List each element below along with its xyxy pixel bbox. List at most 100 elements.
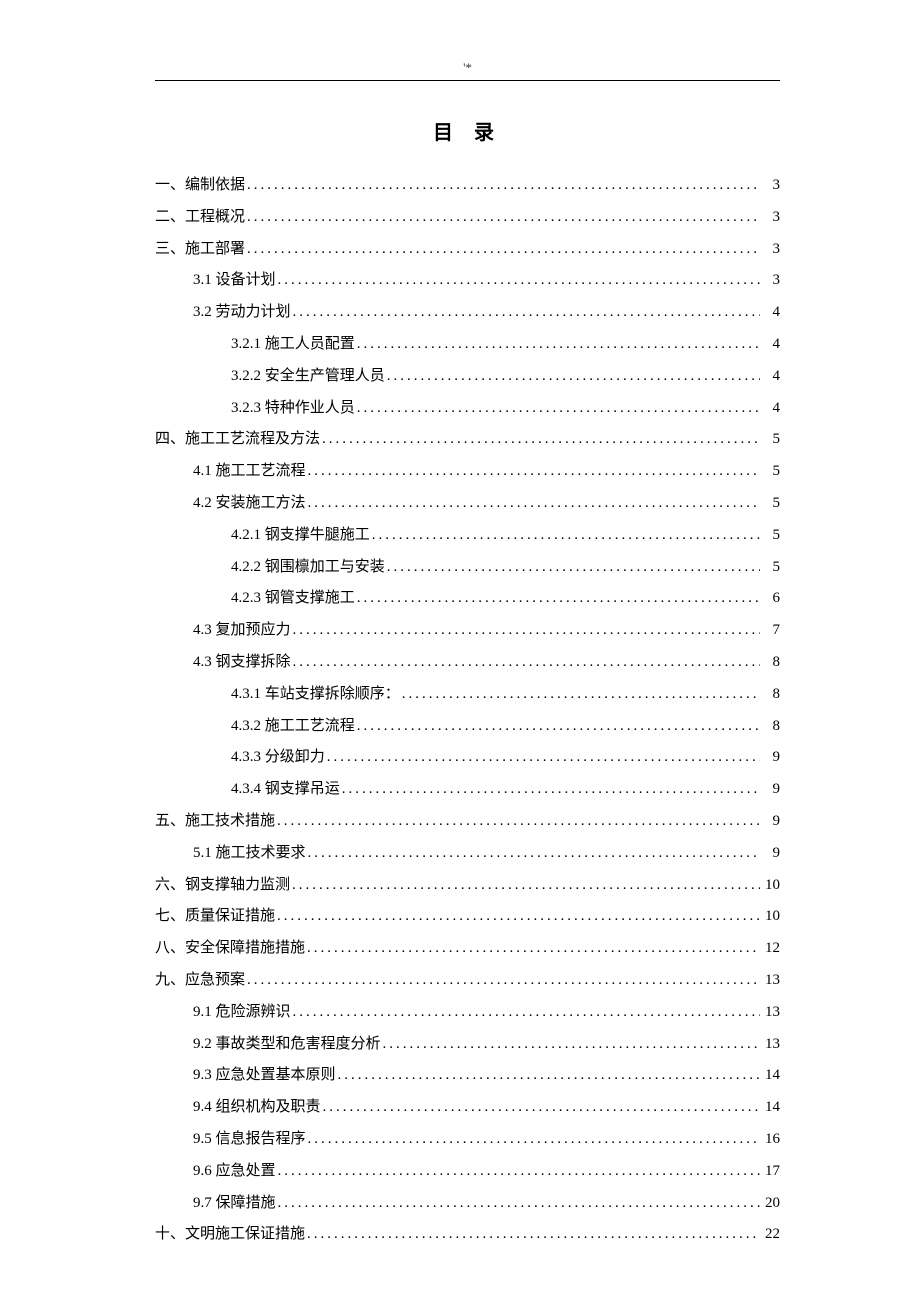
toc-entry-label: 五、施工技术措施: [155, 806, 275, 838]
toc-entry: 十、文明施工保证措施 22: [155, 1219, 780, 1251]
toc-entry-label: 四、施工工艺流程及方法: [155, 424, 320, 456]
toc-entry-page: 9: [760, 806, 780, 838]
toc-entry: 9.7 保障措施 20: [155, 1188, 780, 1220]
toc-entry-page: 9: [760, 742, 780, 774]
toc-entry: 9.4 组织机构及职责 14: [155, 1092, 780, 1124]
toc-entry-label: 4.2.3 钢管支撑施工: [231, 583, 355, 615]
toc-entry: 4.3.1 车站支撑拆除顺序： 8: [155, 679, 780, 711]
toc-dots: [336, 1060, 760, 1092]
toc-entry-page: 3: [760, 234, 780, 266]
toc-entry: 4.2 安装施工方法 5: [155, 488, 780, 520]
toc-entry-page: 8: [760, 679, 780, 711]
toc-entry-page: 8: [760, 647, 780, 679]
toc-entry-page: 12: [760, 933, 780, 965]
toc-dots: [245, 170, 760, 202]
toc-entry-page: 13: [760, 965, 780, 997]
toc-entry: 三、施工部署 3: [155, 234, 780, 266]
toc-entry-label: 3.1 设备计划: [193, 265, 276, 297]
toc-dots: [245, 202, 760, 234]
toc-entry: 9.3 应急处置基本原则 14: [155, 1060, 780, 1092]
toc-entry: 八、安全保障措施措施 12: [155, 933, 780, 965]
toc-entry-page: 13: [760, 1029, 780, 1061]
toc-entry: 9.5 信息报告程序 16: [155, 1124, 780, 1156]
header-mark: '*: [155, 60, 780, 76]
toc-entry-label: 4.3 钢支撑拆除: [193, 647, 291, 679]
toc-entry-label: 4.2.1 钢支撑牛腿施工: [231, 520, 370, 552]
toc-entry-label: 二、工程概况: [155, 202, 245, 234]
toc-dots: [245, 965, 760, 997]
toc-dots: [381, 1029, 760, 1061]
toc-dots: [305, 1219, 760, 1251]
toc-entry-page: 4: [760, 329, 780, 361]
toc-entry-label: 9.1 危险源辨识: [193, 997, 291, 1029]
toc-entry-label: 3.2.3 特种作业人员: [231, 393, 355, 425]
toc-entry: 九、应急预案13: [155, 965, 780, 997]
toc-entry: 9.6 应急处置 17: [155, 1156, 780, 1188]
toc-entry-label: 3.2 劳动力计划: [193, 297, 291, 329]
toc-dots: [291, 647, 760, 679]
toc-entry-page: 4: [760, 297, 780, 329]
toc-entry-label: 三、施工部署: [155, 234, 245, 266]
toc-dots: [321, 1092, 760, 1124]
header-rule: [155, 80, 780, 81]
toc-entry-label: 4.3.3 分级卸力: [231, 742, 325, 774]
toc-entry-label: 十、文明施工保证措施: [155, 1219, 305, 1251]
toc-entry-page: 20: [760, 1188, 780, 1220]
toc-entry-page: 10: [760, 901, 780, 933]
toc-entry-page: 14: [760, 1060, 780, 1092]
toc-dots: [276, 265, 760, 297]
toc-entry-page: 16: [760, 1124, 780, 1156]
toc-entry: 四、施工工艺流程及方法 5: [155, 424, 780, 456]
toc-dots: [355, 711, 760, 743]
toc-entry-page: 4: [760, 393, 780, 425]
toc-dots: [385, 552, 760, 584]
toc-entry-page: 4: [760, 361, 780, 393]
toc-dots: [320, 424, 760, 456]
toc-entry: 3.1 设备计划 3: [155, 265, 780, 297]
toc-entry-page: 3: [760, 265, 780, 297]
toc-entry-label: 4.2 安装施工方法: [193, 488, 306, 520]
toc-entry: 5.1 施工技术要求 9: [155, 838, 780, 870]
toc-entry: 3.2.1 施工人员配置 4: [155, 329, 780, 361]
toc-entry-label: 4.3.4 钢支撑吊运: [231, 774, 340, 806]
toc-entry-page: 22: [760, 1219, 780, 1251]
toc-dots: [370, 520, 760, 552]
toc-dots: [275, 806, 760, 838]
toc-entry-page: 6: [760, 583, 780, 615]
toc-entry-page: 5: [760, 552, 780, 584]
toc-entry-label: 9.7 保障措施: [193, 1188, 276, 1220]
toc-entry-label: 9.4 组织机构及职责: [193, 1092, 321, 1124]
toc-entry-page: 13: [760, 997, 780, 1029]
toc-dots: [306, 838, 760, 870]
toc-entry-page: 5: [760, 520, 780, 552]
document-page: '* 目 录 一、编制依据3二、工程概况3三、施工部署33.1 设备计划 33.…: [0, 0, 920, 1311]
toc-entry-label: 六、钢支撑轴力监测: [155, 870, 290, 902]
toc-entry-page: 5: [760, 488, 780, 520]
toc-entry-label: 5.1 施工技术要求: [193, 838, 306, 870]
toc-entry-page: 3: [760, 202, 780, 234]
toc-entry: 六、钢支撑轴力监测 10: [155, 870, 780, 902]
toc-entry-label: 4.2.2 钢围檩加工与安装: [231, 552, 385, 584]
toc-entry-page: 7: [760, 615, 780, 647]
toc-entry: 二、工程概况 3: [155, 202, 780, 234]
toc-entry-page: 5: [760, 424, 780, 456]
toc-entry: 4.2.1 钢支撑牛腿施工 5: [155, 520, 780, 552]
toc-dots: [306, 456, 760, 488]
toc-entry-label: 9.3 应急处置基本原则: [193, 1060, 336, 1092]
toc-entry-label: 4.1 施工工艺流程: [193, 456, 306, 488]
toc-entry: 一、编制依据3: [155, 170, 780, 202]
toc-list: 一、编制依据3二、工程概况3三、施工部署33.1 设备计划 33.2 劳动力计划…: [155, 170, 780, 1251]
toc-entry: 4.2.3 钢管支撑施工 6: [155, 583, 780, 615]
toc-entry-label: 七、质量保证措施: [155, 901, 275, 933]
toc-dots: [306, 1124, 760, 1156]
toc-entry: 4.3 钢支撑拆除 8: [155, 647, 780, 679]
toc-entry-label: 八、安全保障措施措施: [155, 933, 305, 965]
toc-entry: 9.2 事故类型和危害程度分析 13: [155, 1029, 780, 1061]
toc-dots: [306, 488, 760, 520]
toc-dots: [400, 679, 760, 711]
toc-dots: [355, 393, 760, 425]
toc-entry: 4.2.2 钢围檩加工与安装 5: [155, 552, 780, 584]
toc-dots: [276, 1188, 760, 1220]
toc-dots: [325, 742, 760, 774]
toc-entry: 4.3.4 钢支撑吊运 9: [155, 774, 780, 806]
